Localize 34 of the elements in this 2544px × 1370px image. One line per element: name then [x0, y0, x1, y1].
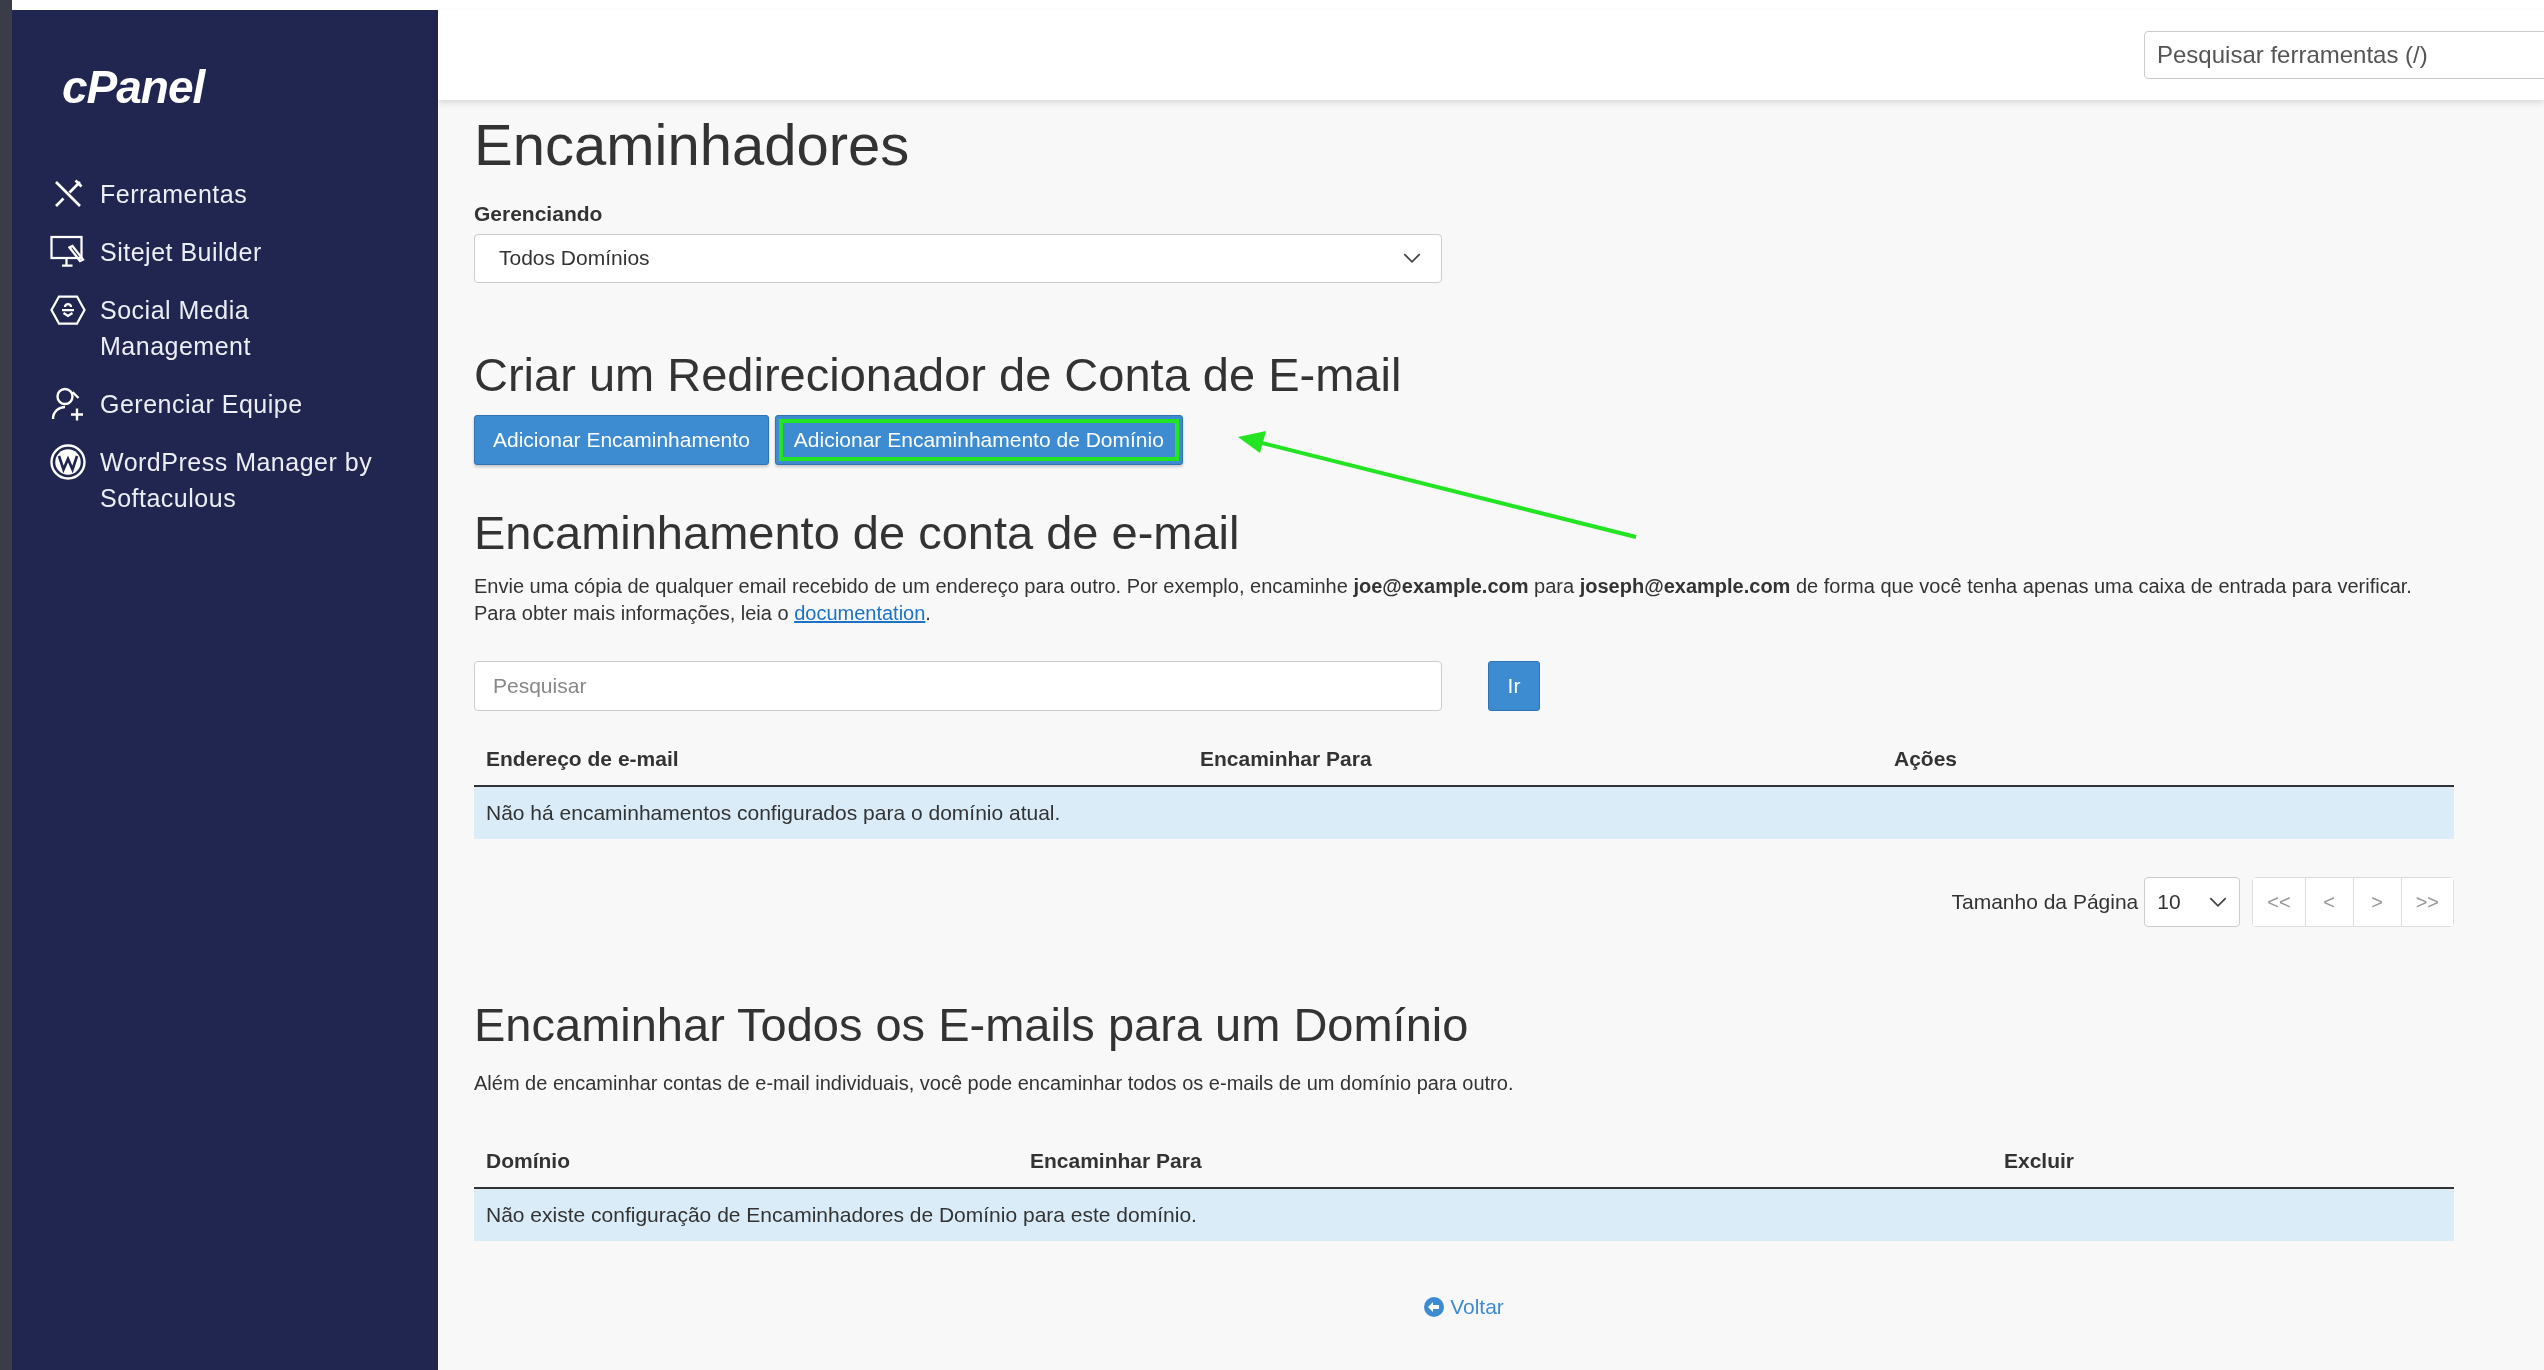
chevron-down-icon [2209, 896, 2228, 908]
page-title: Encaminhadores [474, 111, 911, 179]
section-heading: Encaminhar Todos os E-mails para um Domínio [474, 997, 1470, 1054]
sidebar-item[interactable]: Sitejet Builder [50, 234, 438, 270]
section-heading: Encaminhamento de conta de e-mail [474, 505, 1241, 561]
page-size-select[interactable]: 10 [2144, 877, 2241, 928]
empty-message: Não há encaminhamentos configurados para o domínio atual. [474, 786, 2454, 840]
page-size-label: Tamanho da Página [1951, 890, 2139, 915]
description-text: Envie uma cópia de qualquer email recebido de um endereço para outro. Por exemplo, encaminhe joe@example.com para joseph@example.com de forma que você tenha apenas uma caixa de entrada para verificar. Para obter mais informações, leia o documentation. [474, 574, 2413, 627]
description-text: Além de encaminhar contas de e-mail individuais, você pode encaminhar todos os e-mails de um domínio para outro. [474, 1070, 1515, 1096]
column-header: Domínio [474, 1134, 1018, 1188]
documentation-link[interactable]: documentation [794, 602, 926, 625]
section-heading: Criar um Redirecionador de Conta de E-mail [474, 346, 1403, 403]
user-add-icon [50, 386, 86, 422]
sidebar-item[interactable]: Ferramentas [50, 176, 438, 212]
column-header: Excluir [1992, 1134, 2454, 1188]
back-link[interactable]: Voltar [1424, 1294, 1504, 1319]
hexagon-icon [50, 292, 86, 328]
sidebar-item[interactable]: WordPress Manager by Softaculous [50, 444, 438, 516]
field-label: Gerenciando [474, 201, 604, 226]
add-forwarder-button[interactable]: Adicionar Encaminhamento de Domínio [774, 415, 1183, 465]
sidebar-item[interactable]: Gerenciar Equipe [50, 386, 438, 422]
search-field[interactable]: Pesquisar [474, 661, 1442, 712]
monitor-pen-icon [50, 234, 86, 270]
chevron-down-icon [1403, 252, 1421, 264]
search-field[interactable]: Pesquisar ferramentas (/) [2144, 31, 2544, 79]
sidebar-item[interactable]: Social Media Management [50, 292, 438, 364]
go-button[interactable]: Ir [1488, 661, 1540, 712]
add-forwarder-button[interactable]: Adicionar Encaminhamento [474, 415, 769, 465]
cpanel-logo[interactable]: cPanel [62, 60, 438, 114]
wordpress-icon [50, 444, 86, 480]
domain-select[interactable]: Todos Domínios [474, 233, 1442, 283]
column-header: Encaminhar Para [1018, 1134, 1992, 1188]
empty-message: Não existe configuração de Encaminhadores de Domínio para este domínio. [474, 1187, 2454, 1241]
